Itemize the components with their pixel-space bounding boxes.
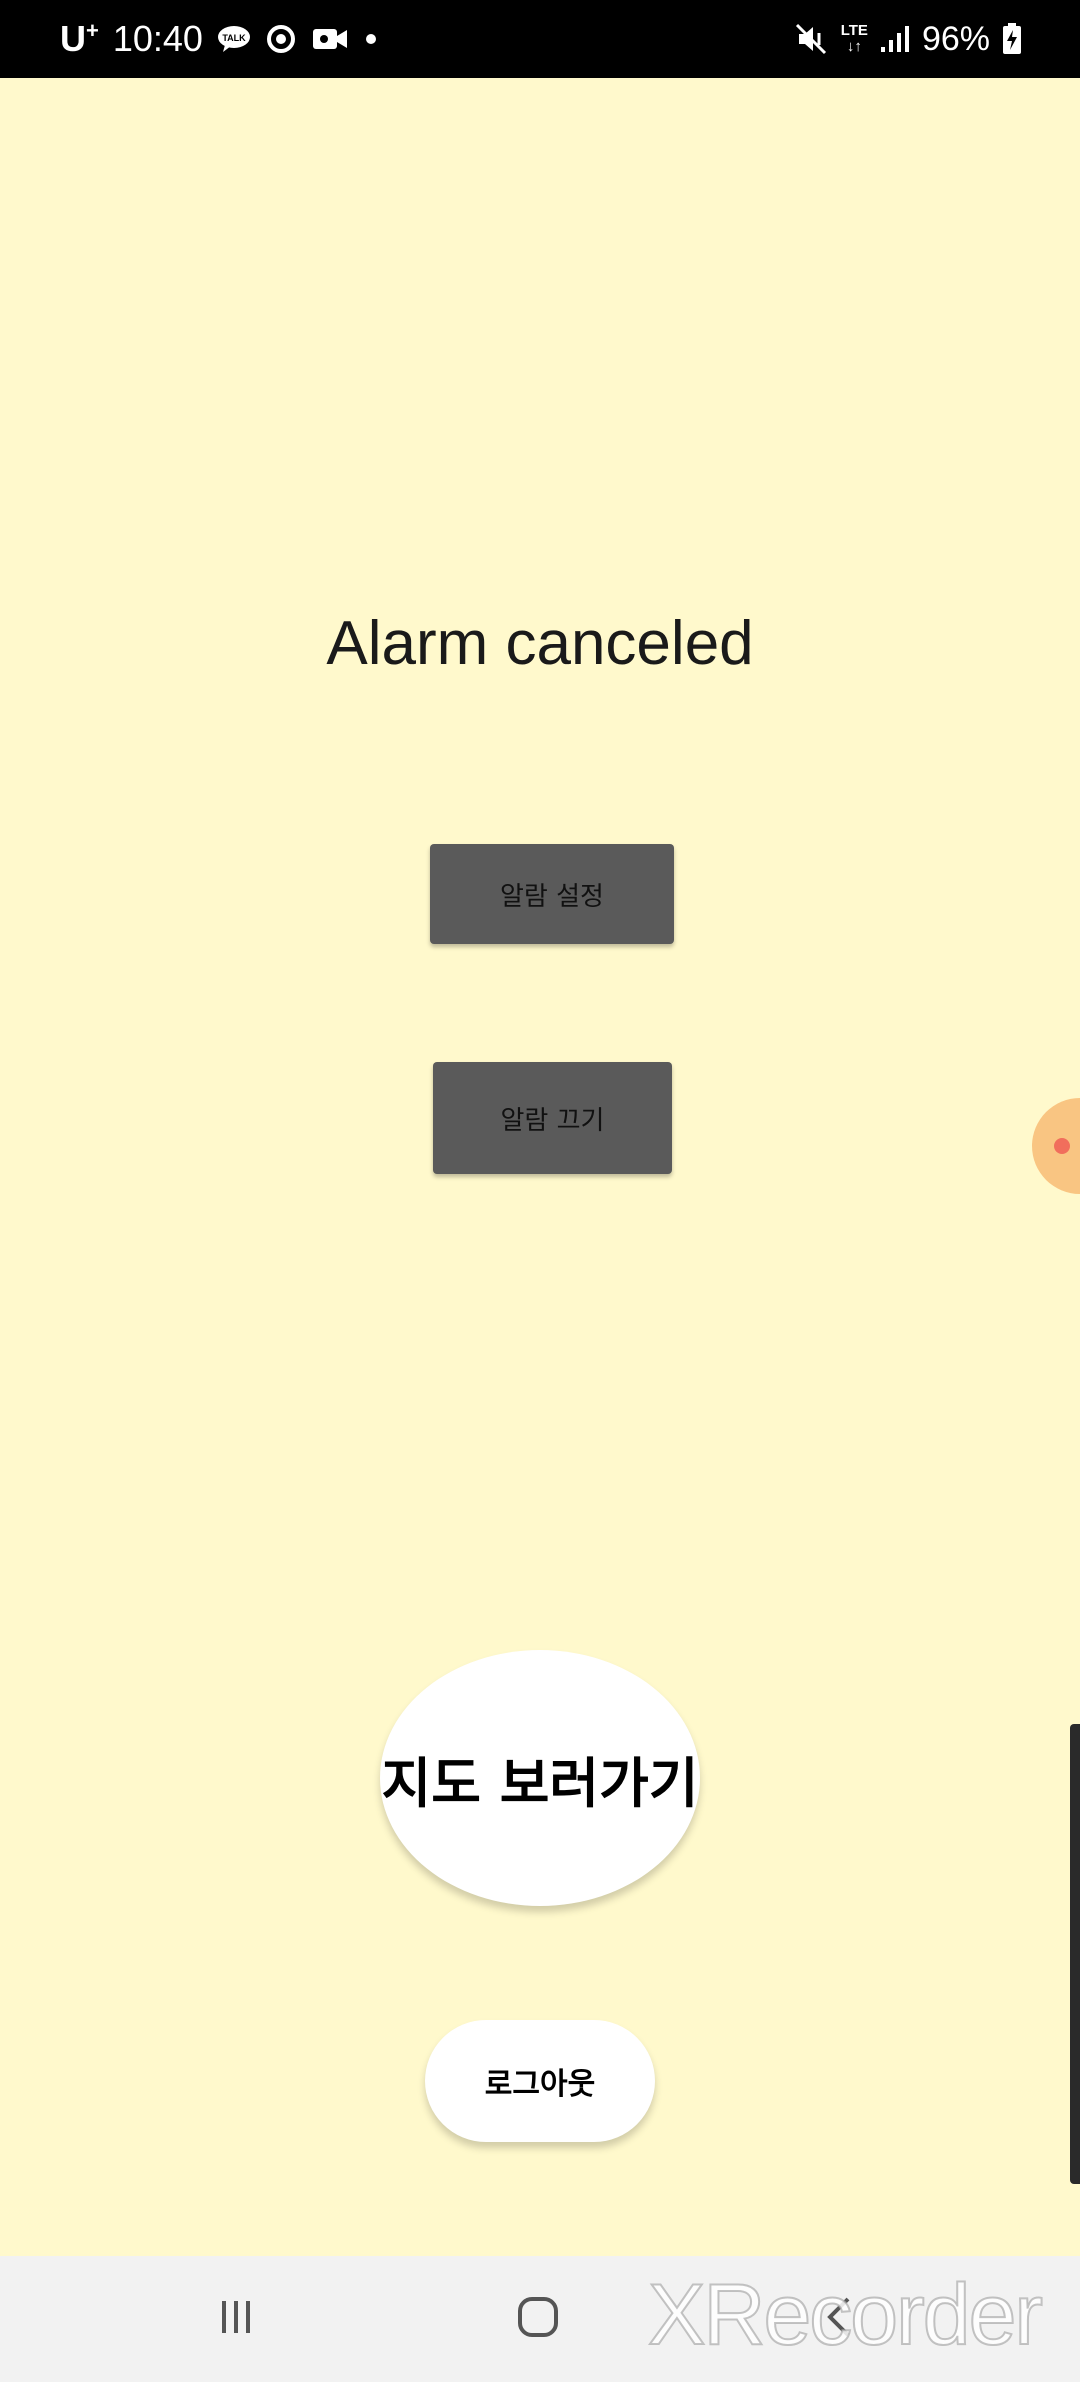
video-record-icon — [311, 25, 349, 53]
signal-icon — [880, 25, 910, 53]
logout-button[interactable]: 로그아웃 — [425, 2020, 655, 2142]
set-alarm-label: 알람 설정 — [500, 881, 604, 912]
app-content: Alarm canceled 알람 설정 알람 끄기 지도 보러가기 로그아웃 — [0, 78, 1080, 2256]
alarm-status-text: Alarm canceled — [326, 609, 754, 678]
carrier-label: U+ — [60, 18, 99, 59]
talk-icon: TALK — [217, 25, 251, 53]
recent-apps-icon — [216, 2297, 256, 2341]
home-button[interactable] — [468, 2256, 608, 2382]
home-icon — [516, 2295, 560, 2343]
status-left: U+ 10:40 TALK — [60, 0, 379, 78]
status-bar: U+ 10:40 TALK LTE ↓↑ 96% — [0, 0, 1080, 78]
recent-apps-button[interactable] — [166, 2256, 306, 2382]
set-alarm-button[interactable]: 알람 설정 — [430, 844, 674, 944]
status-right: LTE ↓↑ 96% — [795, 0, 1022, 78]
alarm-off-button[interactable]: 알람 끄기 — [433, 1062, 672, 1174]
logout-label: 로그아웃 — [484, 2067, 596, 2102]
recorder-watermark: XRecorder — [647, 2266, 1044, 2364]
view-map-label: 지도 보러가기 — [381, 1751, 699, 1815]
floating-recorder-bubble[interactable] — [1032, 1098, 1080, 1194]
battery-charging-icon — [1002, 23, 1022, 55]
navigation-bar: XRecorder — [0, 2256, 1080, 2382]
view-map-button[interactable]: 지도 보러가기 — [380, 1650, 700, 1906]
lte-icon: LTE ↓↑ — [840, 22, 868, 55]
svg-text:TALK: TALK — [222, 33, 246, 43]
alarm-off-label: 알람 끄기 — [500, 1105, 605, 1136]
mute-vibrate-icon — [795, 23, 829, 55]
record-dot-icon — [1054, 1138, 1070, 1154]
sync-icon — [265, 23, 297, 55]
clock: 10:40 — [112, 18, 203, 59]
battery-percent: 96% — [921, 19, 990, 58]
edge-panel-handle[interactable] — [1070, 1724, 1080, 2184]
notification-dot-icon — [363, 31, 379, 47]
